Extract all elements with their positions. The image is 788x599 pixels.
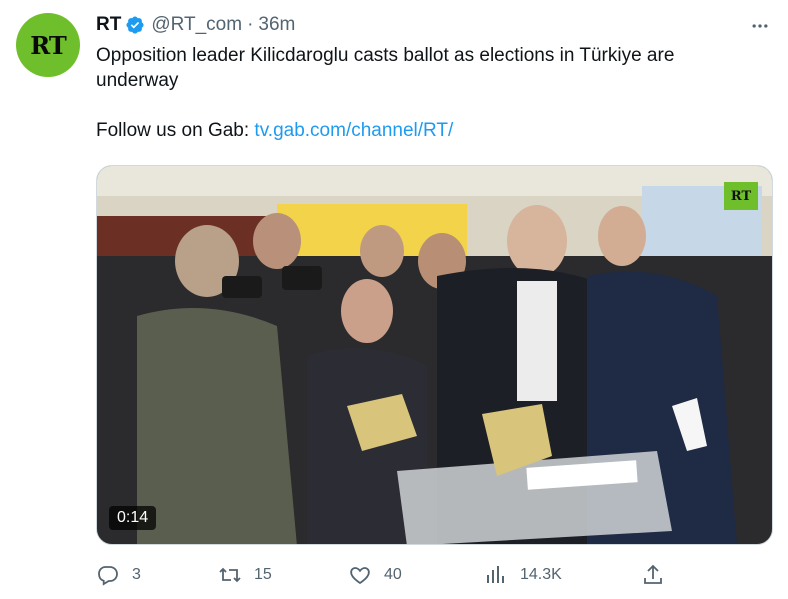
reply-button[interactable]: 3: [96, 562, 141, 588]
analytics-icon: [487, 566, 504, 583]
author-name[interactable]: RT: [96, 14, 121, 36]
tweet: RT RT @RT_com · 36m Opposition leader Ki…: [0, 0, 788, 599]
retweet-icon: [219, 567, 241, 583]
like-count: 40: [384, 566, 402, 583]
heart-icon: [350, 567, 370, 585]
retweet-button[interactable]: 15: [218, 562, 272, 588]
video-frame-illustration: [97, 166, 772, 544]
avatar[interactable]: RT: [16, 13, 80, 77]
follow-prefix: Follow us on Gab:: [96, 120, 255, 141]
video-duration: 0:14: [109, 506, 157, 530]
share-icon: [644, 564, 662, 584]
video-player[interactable]: RT 0:14: [96, 165, 773, 545]
avatar-logo-text: RT: [30, 30, 66, 60]
tweet-timestamp[interactable]: 36m: [258, 14, 295, 36]
rt-watermark-logo: RT: [724, 182, 758, 210]
text-spacer: [96, 93, 756, 118]
more-options-icon[interactable]: [748, 14, 772, 38]
tweet-headline: Opposition leader Kilicdaroglu casts bal…: [96, 45, 675, 91]
follow-line: Follow us on Gab: tv.gab.com/channel/RT/: [96, 118, 756, 143]
reply-count: 3: [132, 566, 141, 583]
view-count: 14.3K: [520, 566, 562, 583]
like-button[interactable]: 40: [348, 562, 402, 588]
author-handle[interactable]: @RT_com: [151, 14, 242, 36]
retweet-count: 15: [254, 566, 272, 583]
action-bar: 3 15 40 14.3K: [96, 562, 676, 588]
verified-badge-icon: [125, 15, 145, 35]
gab-channel-link[interactable]: tv.gab.com/channel/RT/: [254, 120, 453, 141]
separator-dot: ·: [247, 14, 254, 35]
tweet-header: RT @RT_com · 36m: [96, 13, 295, 37]
share-button[interactable]: [641, 562, 665, 588]
views-button[interactable]: 14.3K: [484, 562, 562, 588]
reply-icon: [98, 566, 118, 586]
tweet-text: Opposition leader Kilicdaroglu casts bal…: [96, 43, 756, 143]
